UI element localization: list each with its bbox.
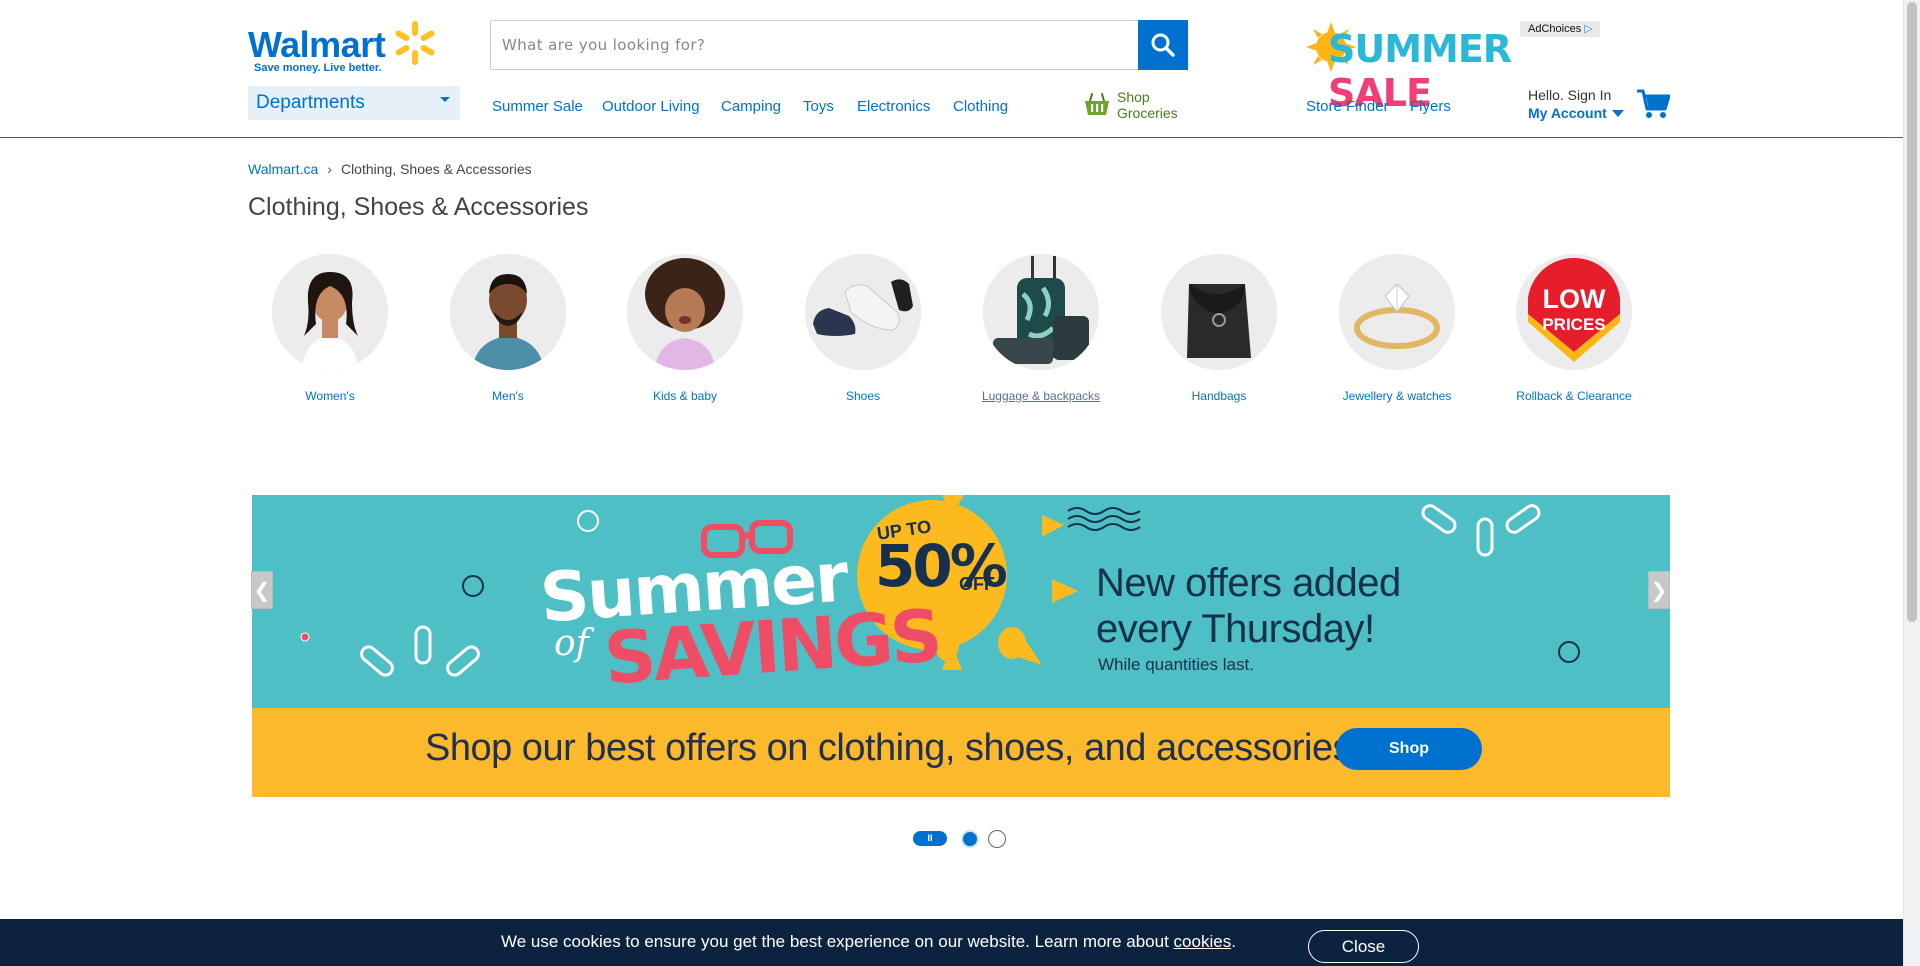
cookie-message-text: We use cookies to ensure you get the bes… [501, 932, 1174, 951]
women-photo [272, 254, 388, 370]
category-label: Shoes [845, 389, 881, 403]
walmart-logo[interactable]: Walmart Save money. Live better. [248, 20, 438, 76]
nav-summer-sale[interactable]: Summer Sale [492, 98, 583, 115]
shoes-photo [805, 254, 921, 370]
cart-icon[interactable] [1636, 88, 1670, 120]
carousel-next-button[interactable]: ❯ [1648, 571, 1670, 609]
account-greeting: Hello. Sign In [1528, 87, 1612, 103]
category-mens[interactable]: Men's [420, 254, 596, 404]
adchoices-badge[interactable]: AdChoices ▷ [1520, 21, 1600, 37]
promo-banner[interactable]: UP TO 50% OFF Summer of SAVINGS New offe… [252, 495, 1670, 797]
departments-label: Departments [256, 92, 365, 113]
category-label: Women's [305, 389, 355, 403]
category-jewellery[interactable]: Jewellery & watches [1309, 254, 1485, 404]
departments-dropdown[interactable]: Departments [248, 86, 460, 120]
page: Walmart Save money. Live better. What ar… [0, 0, 1920, 966]
men-photo [450, 254, 566, 370]
cookies-link[interactable]: cookies [1174, 932, 1232, 951]
nav-toys[interactable]: Toys [803, 98, 834, 115]
breadcrumb-current: Clothing, Shoes & Accessories [340, 161, 532, 177]
search-input[interactable] [491, 21, 1188, 69]
of-word: of [554, 623, 589, 664]
breadcrumb: Walmart.ca › Clothing, Shoes & Accessories [248, 161, 532, 177]
luggage-photo [983, 254, 1099, 370]
category-label: Luggage & backpacks [981, 389, 1101, 403]
nav-outdoor-living[interactable]: Outdoor Living [602, 98, 700, 115]
ad-summer-word: SUMMER [1328, 27, 1512, 71]
fine-print: While quantities last. [1098, 655, 1254, 674]
my-account-label: My Account [1528, 105, 1607, 121]
low-prices-word: LOW [1543, 284, 1606, 314]
headline-line-1: New offers added [1096, 561, 1401, 605]
logo-wordmark: Walmart [248, 24, 386, 65]
spark-icon [395, 21, 435, 65]
caret-down-icon [440, 97, 450, 102]
shop-groceries-link[interactable]: Shop Groceries [1084, 88, 1194, 122]
category-label: Handbags [1191, 389, 1247, 403]
handbag-photo [1161, 254, 1277, 370]
store-finder-link[interactable]: Store Finder [1306, 98, 1389, 115]
cookie-close-button[interactable]: Close [1308, 930, 1419, 963]
off-label: OFF [959, 574, 995, 594]
flyers-link[interactable]: Flyers [1410, 98, 1451, 115]
caret-down-icon [1612, 110, 1624, 117]
ring-photo [1339, 254, 1455, 370]
banner-headline: New offers added every Thursday! [1096, 560, 1401, 652]
nav-camping[interactable]: Camping [721, 98, 781, 115]
category-label: Men's [492, 389, 524, 403]
shop-groceries-label: Shop Groceries [1117, 89, 1178, 121]
category-shoes[interactable]: Shoes [775, 254, 951, 404]
search-box [490, 20, 1188, 70]
account-menu[interactable]: Hello. Sign In My Account [1528, 87, 1638, 123]
breadcrumb-separator: › [327, 161, 332, 177]
carousel-dot-1[interactable] [961, 830, 979, 848]
category-label: Kids & baby [652, 389, 718, 403]
adchoices-label: AdChoices [1528, 23, 1582, 35]
cookie-message: We use cookies to ensure you get the bes… [501, 932, 1236, 952]
shop-button[interactable]: Shop [1336, 728, 1482, 770]
category-rollback-clearance[interactable]: LOW PRICES Rollback & Clearance [1486, 254, 1662, 404]
category-handbags[interactable]: Handbags [1131, 254, 1307, 404]
search-icon [1151, 33, 1175, 57]
category-label: Jewellery & watches [1342, 389, 1452, 403]
pause-button[interactable]: II [913, 831, 947, 846]
basket-icon [1085, 93, 1109, 115]
carousel-controls: II [913, 829, 1033, 849]
category-womens[interactable]: Women's [242, 254, 418, 404]
site-header: Walmart Save money. Live better. What ar… [0, 0, 1903, 138]
cookie-period: . [1231, 932, 1236, 951]
nav-electronics[interactable]: Electronics [857, 98, 930, 115]
nav-clothing[interactable]: Clothing [953, 98, 1008, 115]
category-kids-baby[interactable]: Kids & baby [597, 254, 773, 404]
banner-bottom: Shop our best offers on clothing, shoes,… [252, 708, 1670, 797]
breadcrumb-home[interactable]: Walmart.ca [248, 161, 318, 177]
vertical-scrollbar[interactable] [1903, 0, 1920, 966]
carousel-prev-button[interactable]: ❮ [251, 571, 273, 609]
cookie-banner: We use cookies to ensure you get the bes… [0, 919, 1903, 966]
scrollbar-thumb[interactable] [1907, 2, 1917, 622]
logo-tagline: Save money. Live better. [254, 62, 382, 74]
prices-word: PRICES [1542, 315, 1605, 334]
kids-photo [627, 254, 743, 370]
headline-line-2: every Thursday! [1096, 607, 1375, 651]
adchoices-icon: ▷ [1584, 23, 1593, 35]
category-label: Rollback & Clearance [1516, 389, 1632, 403]
carousel-dot-2[interactable] [988, 830, 1006, 848]
category-luggage[interactable]: Luggage & backpacks [953, 254, 1129, 404]
search-button[interactable] [1138, 20, 1188, 70]
banner-top: UP TO 50% OFF Summer of SAVINGS New offe… [252, 495, 1670, 708]
low-prices-badge: LOW PRICES [1516, 254, 1632, 370]
banner-bottom-text: Shop our best offers on clothing, shoes,… [425, 727, 1362, 769]
page-title: Clothing, Shoes & Accessories [248, 193, 589, 221]
